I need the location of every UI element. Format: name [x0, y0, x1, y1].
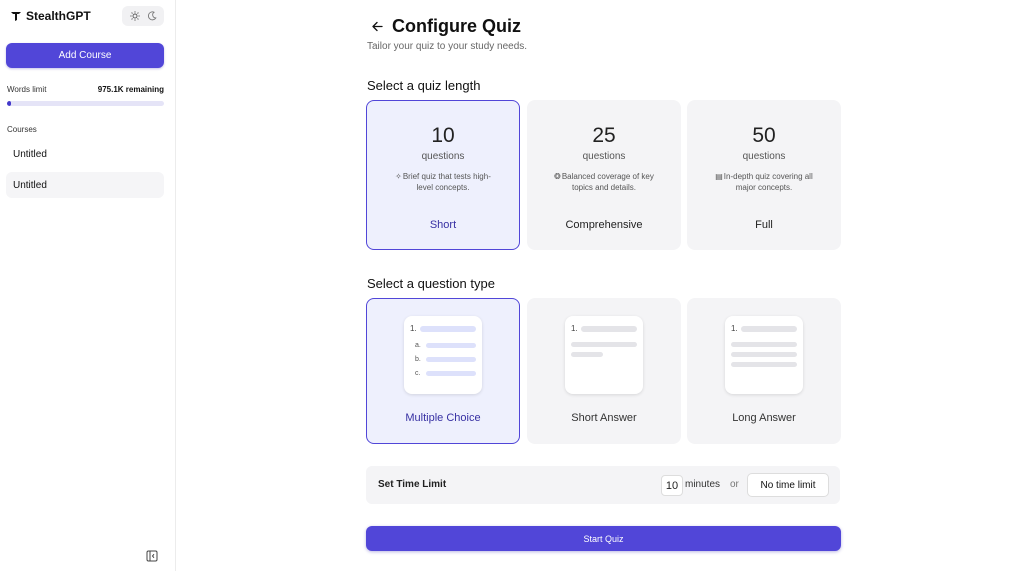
collapse-sidebar-icon[interactable]	[146, 550, 158, 562]
preview-line	[426, 357, 476, 362]
question-type-name: Short Answer	[571, 412, 637, 424]
preview-line	[420, 326, 476, 332]
preview-number: 1.	[731, 324, 738, 333]
question-type-short-answer-card[interactable]: 1. Short Answer	[527, 298, 681, 444]
time-limit-label: Set Time Limit	[378, 479, 447, 490]
app-window: StealthGPT Add Course Words limit 975.1K…	[0, 0, 1024, 571]
add-course-button[interactable]: Add Course	[6, 43, 164, 68]
preview-line	[426, 343, 476, 348]
question-unit: questions	[742, 151, 786, 162]
question-unit: questions	[582, 151, 626, 162]
sun-icon[interactable]	[129, 11, 140, 21]
preview-option-label: a.	[415, 342, 421, 349]
words-remaining: 975.1K remaining	[97, 85, 164, 94]
preview-option-label: c.	[415, 370, 421, 377]
preview-line	[731, 352, 797, 357]
question-count: 25	[592, 124, 616, 147]
length-description: ✧Brief quiz that tests high-level concep…	[395, 172, 491, 192]
question-unit: questions	[421, 151, 465, 162]
page-subtitle: Tailor your quiz to your study needs.	[367, 41, 528, 52]
or-label: or	[730, 479, 739, 490]
brand-name: StealthGPT	[26, 9, 91, 23]
quiz-length-full-card[interactable]: 50 questions ▤In-depth quiz covering all…	[687, 100, 841, 250]
courses-label: Courses	[7, 125, 37, 134]
preview-line	[731, 342, 797, 347]
time-limit-row: Set Time Limit minutes or No time limit	[366, 466, 840, 504]
course-item[interactable]: Untitled	[6, 172, 164, 198]
length-name: Comprehensive	[565, 219, 643, 231]
preview-number: 1.	[571, 324, 578, 333]
quiz-length-heading: Select a quiz length	[367, 78, 481, 93]
multiple-choice-preview: 1. a. b. c.	[404, 316, 482, 394]
moon-icon[interactable]	[147, 11, 157, 21]
preview-line	[571, 352, 603, 357]
theme-toggle[interactable]	[122, 6, 164, 26]
time-unit-label: minutes	[685, 479, 721, 490]
quiz-length-short-card[interactable]: 10 questions ✧Brief quiz that tests high…	[366, 100, 520, 250]
preview-line	[571, 342, 637, 347]
preview-line	[741, 326, 797, 332]
question-type-name: Multiple Choice	[405, 412, 481, 424]
no-time-limit-button[interactable]: No time limit	[747, 473, 829, 497]
time-limit-input[interactable]	[661, 475, 683, 496]
course-item[interactable]: Untitled	[6, 141, 164, 167]
length-name: Short	[429, 219, 457, 231]
words-limit-label: Words limit	[7, 85, 47, 94]
preview-number: 1.	[410, 324, 417, 333]
words-limit-row: Words limit 975.1K remaining	[7, 85, 164, 94]
preview-line	[426, 371, 476, 376]
preview-line	[581, 326, 637, 332]
words-progress-fill	[7, 101, 11, 106]
length-description: ▤In-depth quiz covering all major concep…	[715, 172, 813, 192]
question-type-long-answer-card[interactable]: 1. Long Answer	[687, 298, 841, 444]
quiz-length-comprehensive-card[interactable]: 25 questions ❂Balanced coverage of key t…	[527, 100, 681, 250]
stealth-logo-icon	[11, 12, 21, 21]
length-description: ❂Balanced coverage of key topics and det…	[554, 172, 654, 192]
question-type-heading: Select a question type	[367, 276, 495, 291]
words-progress-bar	[7, 101, 164, 106]
preview-line	[731, 362, 797, 367]
sparkle-icon: ✧	[395, 172, 402, 181]
page-title: Configure Quiz	[392, 16, 521, 36]
brand[interactable]: StealthGPT	[11, 9, 91, 23]
question-type-name: Long Answer	[732, 412, 796, 424]
length-name: Full	[755, 219, 773, 231]
long-answer-preview: 1.	[725, 316, 803, 394]
start-quiz-button[interactable]: Start Quiz	[366, 526, 841, 551]
question-count: 50	[752, 124, 776, 147]
sidebar: StealthGPT Add Course Words limit 975.1K…	[0, 0, 176, 571]
book-icon: ▤	[715, 172, 723, 181]
back-arrow-icon[interactable]	[371, 20, 384, 33]
question-type-multiple-choice-card[interactable]: 1. a. b. c. Multiple Choice	[366, 298, 520, 444]
question-count: 10	[431, 124, 455, 147]
short-answer-preview: 1.	[565, 316, 643, 394]
preview-option-label: b.	[415, 356, 421, 363]
gear-icon: ❂	[554, 172, 561, 181]
